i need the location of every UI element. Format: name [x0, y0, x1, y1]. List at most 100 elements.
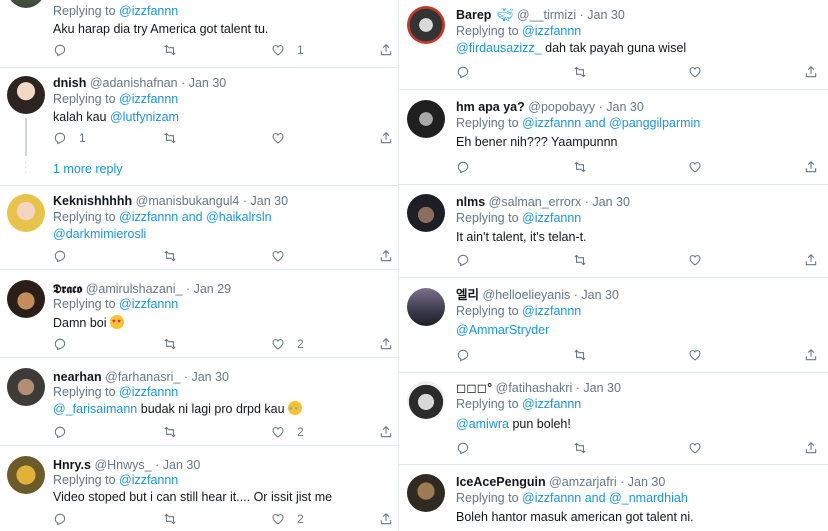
avatar[interactable]	[7, 0, 45, 8]
replying-to-link[interactable]: @izzfannn	[522, 211, 581, 225]
share-button[interactable]	[379, 131, 393, 145]
show-more-replies-link[interactable]: 1 more reply	[53, 162, 122, 176]
mention-link[interactable]: @AmmarStryder	[456, 323, 549, 337]
like-button[interactable]: 2	[271, 512, 304, 526]
replying-to-link[interactable]: @izzfannn and @_nmardhiah	[522, 491, 688, 505]
reply-tweet[interactable]: Keknishhhhh @manisbukangul4 · Jan 30 Rep…	[0, 186, 398, 270]
reply-tweet[interactable]: Hnry.s @Hnwys_ · Jan 30 Replying to @izz…	[0, 446, 398, 531]
share-button[interactable]	[804, 65, 818, 79]
user-name[interactable]: 엘리	[456, 288, 479, 302]
avatar[interactable]	[7, 194, 45, 232]
user-handle[interactable]: @farhanasri_	[105, 370, 180, 384]
user-name[interactable]: nlms	[456, 195, 485, 209]
retweet-button[interactable]	[573, 160, 587, 174]
user-handle[interactable]: @salman_errorx	[489, 195, 582, 209]
replying-to-link[interactable]: @izzfannn and @haikalrsln	[119, 210, 272, 224]
like-button[interactable]	[271, 131, 285, 145]
avatar[interactable]	[7, 368, 45, 406]
reply-tweet[interactable]: ◻◻◻° @fatihashakri · Jan 30 Replying to …	[399, 373, 828, 465]
user-handle[interactable]: @amirulshazani_	[86, 282, 183, 296]
mention-link[interactable]: @firdausazizz_	[456, 41, 542, 55]
like-button[interactable]	[688, 160, 702, 174]
user-name[interactable]: Keknishhhhh	[53, 194, 132, 208]
reply-tweet[interactable]: nlms @salman_errorx · Jan 30 Replying to…	[399, 185, 828, 278]
like-button[interactable]: 1	[271, 43, 304, 57]
replying-to-link[interactable]: @izzfannn	[522, 24, 581, 38]
user-handle[interactable]: @Hnwys_	[94, 458, 151, 472]
mention-link[interactable]: @darkmimierosli	[53, 227, 146, 241]
tweet-date[interactable]: · Jan 30	[155, 458, 200, 472]
reply-tweet[interactable]: IceAcePenguin @amzarjafri · Jan 30 Reply…	[399, 465, 828, 531]
like-button[interactable]: 2	[271, 337, 304, 351]
like-button[interactable]	[688, 253, 702, 267]
user-handle[interactable]: @manisbukangul4	[136, 194, 240, 208]
reply-button[interactable]	[456, 348, 470, 362]
retweet-button[interactable]	[163, 131, 177, 145]
tweet-date[interactable]: · Jan 30	[243, 194, 288, 208]
like-button[interactable]	[688, 348, 702, 362]
replying-to-link[interactable]: @izzfannn	[119, 4, 178, 18]
retweet-button[interactable]	[573, 348, 587, 362]
replying-to-link[interactable]: @izzfannn	[119, 92, 178, 106]
user-handle[interactable]: @popobayy	[528, 100, 595, 114]
tweet-date[interactable]: · Jan 30	[576, 381, 621, 395]
tweet-date[interactable]: · Jan 30	[599, 100, 644, 114]
reply-tweet[interactable]: Replying to @izzfannn Aku harap dia try …	[0, 0, 398, 68]
retweet-button[interactable]	[573, 253, 587, 267]
avatar[interactable]	[407, 6, 445, 44]
avatar[interactable]	[407, 288, 445, 326]
user-name[interactable]: hm apa ya?	[456, 100, 525, 114]
replying-to-link[interactable]: @izzfannn	[522, 304, 581, 318]
retweet-button[interactable]	[573, 441, 587, 455]
user-handle[interactable]: @amzarjafri	[549, 475, 617, 489]
user-name[interactable]: Barep	[456, 8, 491, 22]
retweet-button[interactable]	[573, 65, 587, 79]
like-button[interactable]	[688, 65, 702, 79]
tweet-date[interactable]: · Jan 30	[184, 370, 229, 384]
replying-to-link[interactable]: @izzfannn	[522, 397, 581, 411]
retweet-button[interactable]	[163, 425, 177, 439]
tweet-date[interactable]: · Jan 29	[186, 282, 231, 296]
avatar[interactable]	[7, 280, 45, 318]
share-button[interactable]	[804, 160, 818, 174]
retweet-button[interactable]	[163, 249, 177, 263]
retweet-button[interactable]	[163, 512, 177, 526]
tweet-date[interactable]: · Jan 30	[181, 76, 226, 90]
replying-to-link[interactable]: @izzfannn and @panggilparmin	[522, 116, 700, 130]
like-button[interactable]	[688, 441, 702, 455]
tweet-date[interactable]: · Jan 30	[580, 8, 625, 22]
user-name[interactable]: ◻◻◻°	[456, 381, 492, 395]
share-button[interactable]	[804, 441, 818, 455]
tweet-date[interactable]: · Jan 30	[574, 288, 619, 302]
user-name[interactable]: 𝕯𝖗𝖆𝖈𝖔	[53, 282, 82, 296]
reply-button[interactable]	[456, 65, 470, 79]
reply-tweet[interactable]: 엘리 @helloelieyanis · Jan 30 Replying to …	[399, 278, 828, 373]
like-button[interactable]	[271, 249, 285, 263]
tweet-date[interactable]: · Jan 30	[585, 195, 630, 209]
avatar[interactable]	[407, 381, 445, 419]
mention-link[interactable]: @_farisaimann	[53, 402, 137, 416]
replying-to-link[interactable]: @izzfannn	[119, 473, 178, 487]
user-name[interactable]: Hnry.s	[53, 458, 91, 472]
reply-tweet[interactable]: 𝕯𝖗𝖆𝖈𝖔 @amirulshazani_ · Jan 29 Replying …	[0, 270, 398, 358]
share-button[interactable]	[379, 43, 393, 57]
share-button[interactable]	[379, 249, 393, 263]
user-handle[interactable]: @fatihashakri	[496, 381, 573, 395]
user-name[interactable]: dnish	[53, 76, 86, 90]
like-button[interactable]: 2	[271, 425, 304, 439]
user-name[interactable]: nearhan	[53, 370, 102, 384]
user-name[interactable]: IceAcePenguin	[456, 475, 546, 489]
user-handle[interactable]: @adanishafnan	[90, 76, 178, 90]
reply-button[interactable]	[53, 249, 67, 263]
share-button[interactable]	[379, 512, 393, 526]
avatar[interactable]	[407, 100, 445, 138]
reply-button[interactable]	[456, 160, 470, 174]
replying-to-link[interactable]: @izzfannn	[119, 385, 178, 399]
share-button[interactable]	[804, 253, 818, 267]
reply-button[interactable]	[456, 253, 470, 267]
reply-tweet[interactable]: Barep 🐳︎ @__tirmizi · Jan 30 Replying to…	[399, 0, 828, 90]
reply-button[interactable]	[53, 512, 67, 526]
replying-to-link[interactable]: @izzfannn	[119, 297, 178, 311]
avatar[interactable]	[7, 76, 45, 114]
mention-link[interactable]: @lutfynizam	[110, 110, 179, 124]
